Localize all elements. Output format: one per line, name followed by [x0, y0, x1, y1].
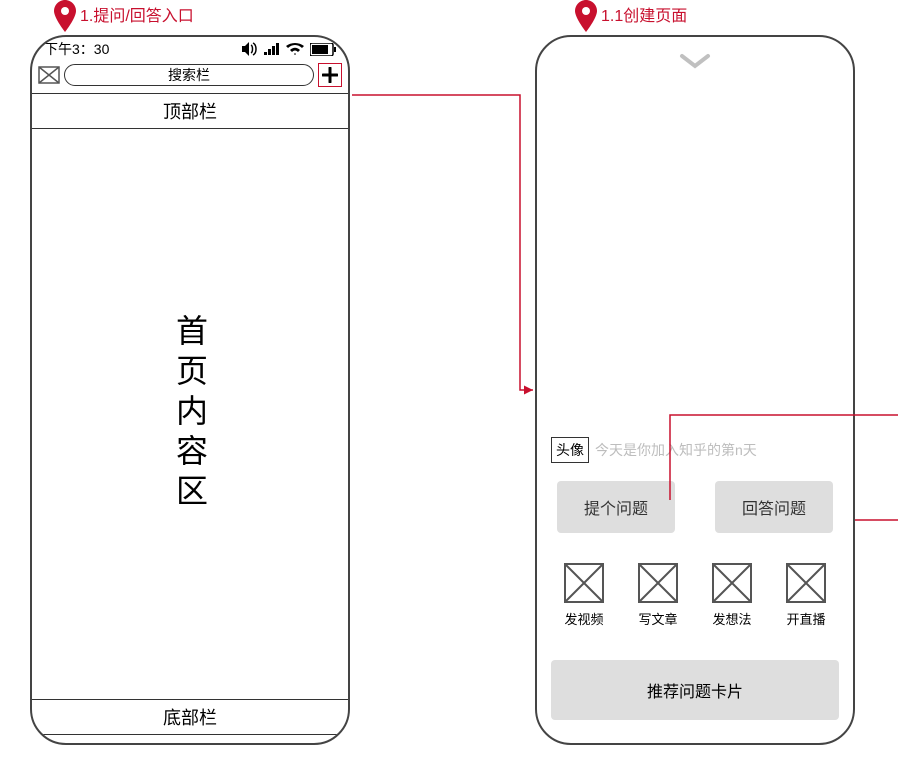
primary-actions: 提个问题 回答问题: [537, 463, 853, 539]
signal-icon: [264, 43, 280, 55]
wifi-icon: [286, 43, 304, 56]
phone-frame-create: 头像 今天是你加入知乎的第n天 提个问题 回答问题 发视频 写文章 发想法 开直…: [535, 35, 855, 745]
collapse-handle[interactable]: [537, 37, 853, 87]
avatar-row: 头像 今天是你加入知乎的第n天: [537, 437, 853, 463]
phone-frame-entry: 下午3：30 搜索栏: [30, 35, 350, 745]
action-video[interactable]: 发视频: [564, 563, 604, 628]
status-bar: 下午3：30: [32, 37, 348, 61]
action-live[interactable]: 开直播: [786, 563, 826, 628]
action-label: 写文章: [638, 609, 677, 628]
recommended-question-card[interactable]: 推荐问题卡片: [551, 660, 839, 720]
action-article[interactable]: 写文章: [638, 563, 678, 628]
pin-label-2: 1.1创建页面: [601, 2, 687, 26]
placeholder-icon: [786, 563, 826, 603]
search-row: 搜索栏: [32, 61, 348, 89]
mail-icon[interactable]: [38, 66, 60, 84]
volume-icon: [242, 42, 258, 56]
action-label: 发想法: [712, 609, 751, 628]
map-pin-icon: [54, 0, 76, 32]
secondary-actions: 发视频 写文章 发想法 开直播: [537, 539, 853, 638]
home-content-area: 首页内容区: [32, 129, 348, 699]
map-pin-icon: [575, 0, 597, 32]
battery-icon: [310, 43, 336, 56]
placeholder-icon: [712, 563, 752, 603]
search-input[interactable]: 搜索栏: [64, 64, 314, 86]
action-label: 开直播: [786, 609, 825, 628]
add-button[interactable]: [318, 63, 342, 87]
placeholder-icon: [638, 563, 678, 603]
pin-marker-2: 1.1创建页面: [575, 0, 687, 32]
home-content-label: 首页内容区: [167, 314, 213, 514]
avatar[interactable]: 头像: [551, 437, 589, 463]
action-label: 发视频: [564, 609, 603, 628]
pin-marker-1: 1.提问/回答入口: [54, 0, 194, 32]
top-bar: 顶部栏: [32, 93, 348, 129]
avatar-hint-text: 今天是你加入知乎的第n天: [595, 440, 757, 460]
bottom-bar: 底部栏: [32, 699, 348, 735]
blank-area: [537, 87, 853, 437]
ask-question-button[interactable]: 提个问题: [557, 481, 675, 533]
action-idea[interactable]: 发想法: [712, 563, 752, 628]
answer-question-button[interactable]: 回答问题: [715, 481, 833, 533]
chevron-down-icon: [678, 52, 712, 72]
placeholder-icon: [564, 563, 604, 603]
plus-icon: [322, 67, 338, 83]
status-time: 下午3：30: [44, 39, 109, 59]
pin-label-1: 1.提问/回答入口: [80, 2, 194, 26]
